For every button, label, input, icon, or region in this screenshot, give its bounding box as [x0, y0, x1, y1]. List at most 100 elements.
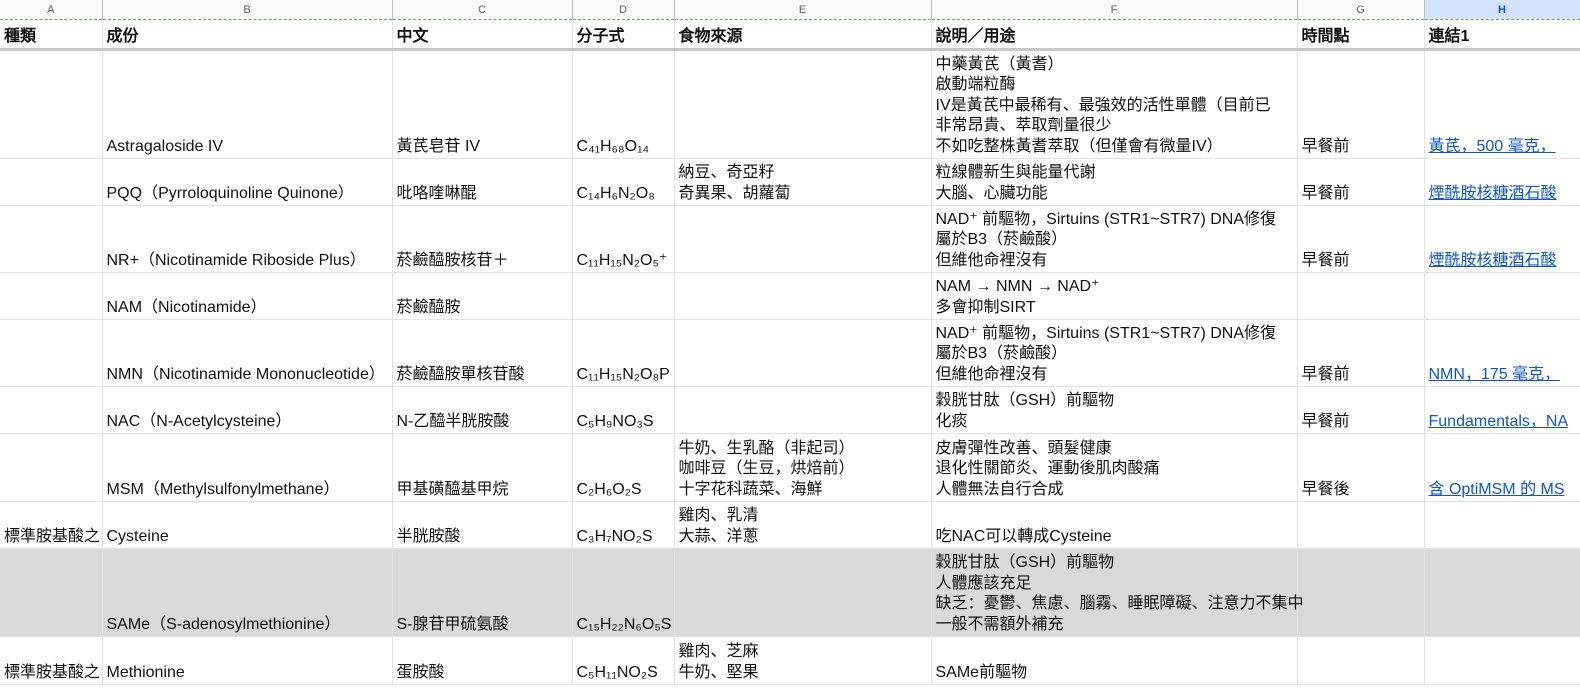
column-header-e[interactable]: E: [674, 0, 932, 20]
cell-ingredient[interactable]: NMN（Nicotinamide Mononucleotide）: [102, 319, 393, 387]
cell-description[interactable]: 粒線體新生與能量代謝 大腦、心臟功能: [931, 158, 1298, 206]
cell-food-source[interactable]: 雞肉、芝麻 牛奶、堅果: [674, 636, 932, 685]
cell-ingredient[interactable]: Methionine: [102, 636, 393, 685]
cell-timing[interactable]: 早餐前: [1297, 205, 1425, 273]
cell-ingredient[interactable]: SAMe（S-adenosylmethionine）: [102, 548, 393, 637]
cell-formula[interactable]: C₅H₉NO₃S: [572, 386, 675, 434]
cell-link[interactable]: 黃芪，500 毫克，: [1424, 49, 1580, 159]
cell-formula[interactable]: C₁₅H₂₂N₆O₅S: [572, 548, 675, 637]
cell-ingredient[interactable]: NR+（Nicotinamide Riboside Plus）: [102, 205, 393, 273]
cell-timing[interactable]: 早餐後: [1297, 433, 1425, 502]
cell-food-source[interactable]: 納豆、奇亞籽 奇異果、胡蘿蔔: [674, 158, 932, 206]
product-link[interactable]: 黃芪，500 毫克，: [1429, 138, 1556, 155]
cell-food-source[interactable]: [674, 319, 932, 387]
column-header-g[interactable]: G: [1297, 0, 1425, 20]
cell-timing[interactable]: 早餐前: [1297, 158, 1425, 206]
cell-description[interactable]: 穀胱甘肽（GSH）前驅物 人體應該充足 缺乏：憂鬱、焦慮、腦霧、睡眠障礙、注意力不集…: [931, 548, 1304, 637]
cell-link[interactable]: 煙酰胺核糖酒石酸: [1424, 205, 1580, 273]
cell-timing[interactable]: [1297, 501, 1425, 549]
cell-ingredient[interactable]: PQQ（Pyrroloquinoline Quinone）: [102, 158, 393, 206]
product-link[interactable]: 煙酰胺核糖酒石酸: [1429, 185, 1557, 202]
cell-timing[interactable]: [1297, 548, 1425, 637]
cell-formula[interactable]: C₁₁H₁₅N₂O₅⁺: [572, 205, 675, 273]
cell-food-source[interactable]: [674, 49, 932, 159]
product-link[interactable]: 含 OptiMSM 的 MS: [1429, 481, 1565, 498]
cell-description[interactable]: NAD⁺ 前驅物，Sirtuins (STR1~STR7) DNA修復 屬於B3（…: [931, 319, 1298, 387]
header-cell-timing[interactable]: 時間點: [1297, 19, 1425, 51]
cell-chinese-name[interactable]: 菸鹼醯胺核苷＋: [392, 205, 573, 273]
cell-link[interactable]: 煙酰胺核糖酒石酸: [1424, 158, 1580, 206]
cell-chinese-name[interactable]: 甲基磺醯基甲烷: [392, 433, 573, 502]
cell-ingredient[interactable]: Cysteine: [102, 501, 393, 549]
cell-ingredient[interactable]: Astragaloside IV: [102, 49, 393, 159]
cell-food-source[interactable]: [674, 548, 932, 637]
cell-type[interactable]: [0, 319, 103, 387]
cell-formula[interactable]: C₂H₆O₂S: [572, 433, 675, 502]
cell-food-source[interactable]: 牛奶、生乳酪（非起司） 咖啡豆（生豆，烘焙前） 十字花科蔬菜、海鮮: [674, 433, 932, 502]
cell-chinese-name[interactable]: 吡咯喹啉醌: [392, 158, 573, 206]
cell-link[interactable]: [1424, 548, 1580, 637]
cell-description[interactable]: 吃NAC可以轉成Cysteine: [931, 501, 1298, 549]
cell-formula[interactable]: C₃H₇NO₂S: [572, 501, 675, 549]
cell-type[interactable]: [0, 433, 103, 502]
cell-type[interactable]: [0, 158, 103, 206]
cell-timing[interactable]: [1297, 636, 1425, 685]
cell-formula[interactable]: C₅H₁₁NO₂S: [572, 636, 675, 685]
cell-description[interactable]: 穀胱甘肽（GSH）前驅物 化痰: [931, 386, 1298, 434]
cell-description[interactable]: NAD⁺ 前驅物，Sirtuins (STR1~STR7) DNA修復 屬於B3（…: [931, 205, 1298, 273]
cell-link[interactable]: [1424, 272, 1580, 320]
cell-chinese-name[interactable]: S-腺苷甲硫氨酸: [392, 548, 573, 637]
product-link[interactable]: 煙酰胺核糖酒石酸: [1429, 252, 1557, 269]
cell-type[interactable]: [0, 386, 103, 434]
product-link[interactable]: NMN，175 毫克，: [1429, 366, 1561, 383]
cell-formula[interactable]: [572, 272, 675, 320]
cell-ingredient[interactable]: NAC（N-Acetylcysteine）: [102, 386, 393, 434]
header-cell-food[interactable]: 食物來源: [674, 19, 932, 51]
column-header-d[interactable]: D: [572, 0, 675, 20]
header-cell-description[interactable]: 說明／用途: [931, 19, 1298, 51]
cell-description[interactable]: SAMe前驅物: [931, 636, 1298, 685]
header-cell-chinese[interactable]: 中文: [392, 19, 573, 51]
product-link[interactable]: Fundamentals，NA: [1429, 413, 1569, 430]
cell-link[interactable]: Fundamentals，NA: [1424, 386, 1580, 434]
cell-type[interactable]: 標準胺基酸之: [0, 636, 103, 685]
header-cell-link[interactable]: 連結1: [1424, 19, 1580, 51]
cell-ingredient[interactable]: MSM（Methylsulfonylmethane）: [102, 433, 393, 502]
cell-timing[interactable]: [1297, 272, 1425, 320]
cell-timing[interactable]: 早餐前: [1297, 49, 1425, 159]
cell-formula[interactable]: C₄₁H₆₈O₁₄: [572, 49, 675, 159]
cell-food-source[interactable]: [674, 386, 932, 434]
header-cell-ingredient[interactable]: 成份: [102, 19, 393, 51]
column-header-c[interactable]: C: [392, 0, 573, 20]
cell-formula[interactable]: C₁₁H₁₅N₂O₈P: [572, 319, 675, 387]
cell-link[interactable]: [1424, 501, 1580, 549]
cell-link[interactable]: [1424, 636, 1580, 685]
cell-link[interactable]: NMN，175 毫克，: [1424, 319, 1580, 387]
column-header-a[interactable]: A: [0, 0, 103, 20]
cell-description[interactable]: 中藥黃芪（黃耆） 啟動端粒酶 IV是黃芪中最稀有、最強效的活性單體（目前已 非常昂貴、…: [931, 49, 1298, 159]
cell-description[interactable]: 皮膚彈性改善、頭髮健康 退化性關節炎、運動後肌肉酸痛 人體無法自行合成: [931, 433, 1298, 502]
cell-timing[interactable]: 早餐前: [1297, 319, 1425, 387]
cell-chinese-name[interactable]: N-乙醯半胱胺酸: [392, 386, 573, 434]
cell-type[interactable]: [0, 49, 103, 159]
cell-type[interactable]: [0, 548, 103, 637]
header-cell-type[interactable]: 種類: [0, 19, 103, 51]
cell-type[interactable]: [0, 272, 103, 320]
column-header-f[interactable]: F: [931, 0, 1298, 20]
cell-type[interactable]: 標準胺基酸之: [0, 501, 103, 549]
cell-chinese-name[interactable]: 蛋胺酸: [392, 636, 573, 685]
cell-chinese-name[interactable]: 半胱胺酸: [392, 501, 573, 549]
cell-formula[interactable]: C₁₄H₆N₂O₈: [572, 158, 675, 206]
cell-type[interactable]: [0, 205, 103, 273]
column-header-b[interactable]: B: [102, 0, 393, 20]
cell-food-source[interactable]: 雞肉、乳清 大蒜、洋蔥: [674, 501, 932, 549]
cell-food-source[interactable]: [674, 205, 932, 273]
header-cell-formula[interactable]: 分子式: [572, 19, 675, 51]
column-header-h[interactable]: H: [1424, 0, 1580, 20]
cell-food-source[interactable]: [674, 272, 932, 320]
cell-description[interactable]: NAM → NMN → NAD⁺ 多會抑制SIRT: [931, 272, 1298, 320]
cell-chinese-name[interactable]: 黃芪皂苷 IV: [392, 49, 573, 159]
cell-chinese-name[interactable]: 菸鹼醯胺: [392, 272, 573, 320]
cell-ingredient[interactable]: NAM（Nicotinamide）: [102, 272, 393, 320]
cell-timing[interactable]: 早餐前: [1297, 386, 1425, 434]
